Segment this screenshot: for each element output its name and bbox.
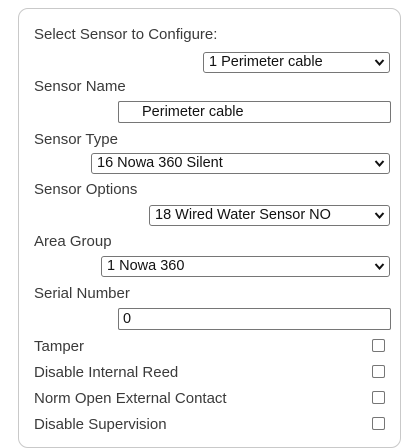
disable-supervision-label: Disable Supervision [34, 416, 167, 433]
disable-internal-reed-label: Disable Internal Reed [34, 364, 179, 381]
area-group-label: Area Group [34, 233, 112, 250]
select-sensor-label: Select Sensor to Configure: [34, 26, 218, 43]
tamper-checkbox[interactable] [372, 339, 385, 352]
area-group-value: 1 Nowa 360 [107, 258, 185, 274]
sensor-name-input[interactable]: Perimeter cable [118, 101, 391, 123]
select-sensor-dropdown[interactable]: 1 Perimeter cable [203, 52, 390, 73]
sensor-options-label: Sensor Options [34, 181, 138, 198]
norm-open-external-contact-label: Norm Open External Contact [34, 390, 227, 407]
norm-open-external-contact-checkbox[interactable] [372, 391, 385, 404]
sensor-options-dropdown[interactable]: 18 Wired Water Sensor NO [149, 205, 390, 226]
sensor-type-value: 16 Nowa 360 Silent [97, 155, 223, 171]
tamper-label: Tamper [34, 338, 85, 355]
select-sensor-value: 1 Perimeter cable [209, 54, 323, 70]
sensor-name-label: Sensor Name [34, 78, 126, 95]
sensor-type-dropdown[interactable]: 16 Nowa 360 Silent [91, 153, 390, 174]
area-group-dropdown[interactable]: 1 Nowa 360 [101, 256, 390, 277]
sensor-options-value: 18 Wired Water Sensor NO [155, 207, 331, 223]
chevron-down-icon [374, 59, 385, 67]
serial-number-label: Serial Number [34, 285, 130, 302]
disable-supervision-checkbox[interactable] [372, 417, 385, 430]
disable-internal-reed-checkbox[interactable] [372, 365, 385, 378]
sensor-config-panel [18, 8, 401, 448]
chevron-down-icon [374, 212, 385, 220]
sensor-type-label: Sensor Type [34, 131, 118, 148]
chevron-down-icon [374, 263, 385, 271]
serial-number-input[interactable]: 0 [118, 308, 391, 330]
chevron-down-icon [374, 160, 385, 168]
